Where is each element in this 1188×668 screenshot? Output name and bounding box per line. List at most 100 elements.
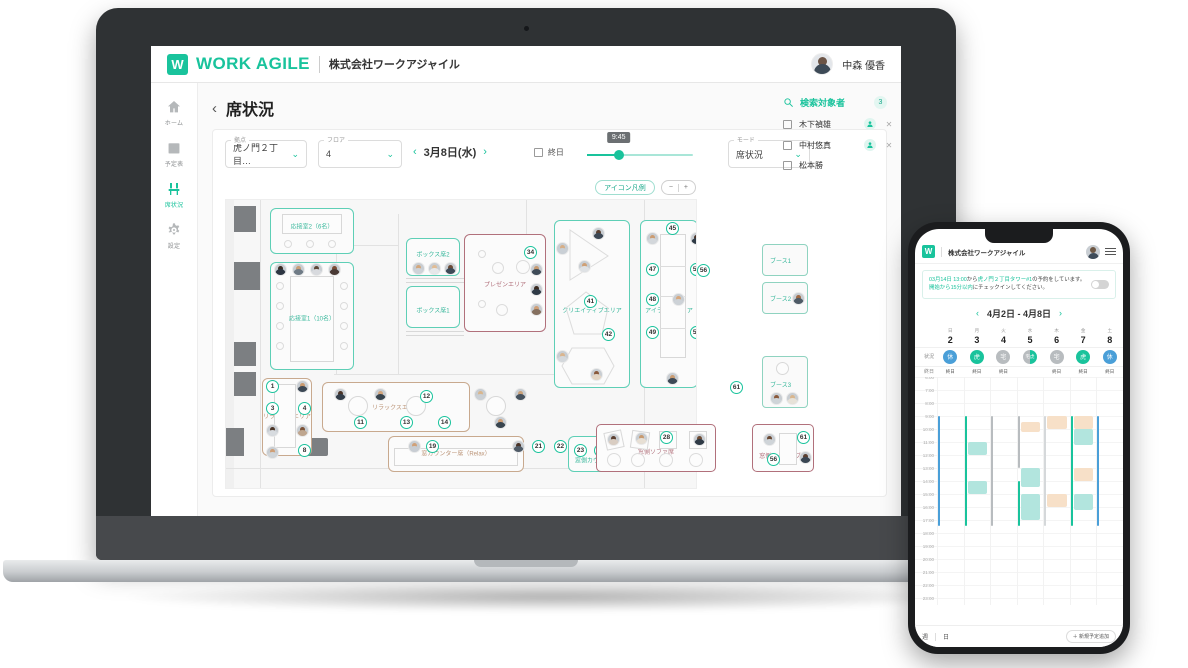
seat-3[interactable]: 3 (266, 402, 279, 415)
seat-12[interactable]: 12 (420, 390, 433, 403)
sidebar-item-home[interactable]: ホーム (151, 92, 198, 133)
search-person-row[interactable]: 中村悠真 ✕ (783, 139, 895, 151)
seat-28[interactable]: 28 (660, 431, 673, 444)
search-person-row[interactable]: 松本勝 (783, 160, 895, 171)
occupant-avatar[interactable] (530, 263, 543, 276)
occupant-avatar[interactable] (334, 388, 347, 401)
header-user-area[interactable]: 中森 優香 (811, 53, 885, 75)
occupant-avatar[interactable] (266, 446, 279, 459)
phone-status-cell[interactable]: 宅 (990, 348, 1017, 366)
remove-person-button[interactable]: ✕ (883, 118, 895, 130)
phone-day-header[interactable]: 月3 (964, 326, 991, 347)
occupant-avatar[interactable] (792, 292, 805, 305)
seat-21[interactable]: 21 (532, 440, 545, 453)
person-checkbox[interactable] (783, 119, 792, 129)
occupant-avatar[interactable] (296, 380, 309, 393)
hamburger-menu-icon[interactable] (1105, 247, 1116, 256)
occupant-avatar[interactable] (578, 260, 591, 273)
seat-49[interactable]: 49 (646, 326, 659, 339)
prev-day-button[interactable]: ‹ (413, 146, 417, 158)
seat-1[interactable]: 1 (266, 380, 279, 393)
occupant-avatar[interactable] (512, 440, 525, 453)
seat-23[interactable]: 23 (574, 444, 587, 457)
map-zone-window-high-table[interactable]: 窓側ハイテーブル 61 56 (752, 424, 814, 472)
avatar[interactable] (811, 53, 834, 75)
sidebar-item-seat-status[interactable]: 席状況 (151, 174, 198, 215)
icon-legend-button[interactable]: アイコン凡例 (595, 180, 655, 195)
occupant-avatar[interactable] (494, 416, 507, 429)
occupant-avatar[interactable] (274, 263, 287, 276)
phone-status-cell[interactable]: 宅虎 (1017, 348, 1044, 366)
phone-day-header[interactable]: 木6 (1043, 326, 1070, 347)
search-person-row[interactable]: 木下禎雄 ✕ (783, 118, 895, 130)
seat-31[interactable]: 56 (767, 453, 780, 466)
occupant-avatar[interactable] (635, 432, 648, 445)
occupant-avatar[interactable] (763, 433, 776, 446)
occupant-avatar[interactable] (412, 262, 425, 275)
phone-day-column[interactable] (937, 376, 964, 605)
site-select[interactable]: 拠点 虎ノ門２丁目… ⌄ (225, 135, 307, 168)
seat-51[interactable]: 51 (690, 263, 696, 276)
occupant-avatar[interactable] (328, 263, 341, 276)
seat-48[interactable]: 48 (646, 293, 659, 306)
person-checkbox[interactable] (783, 140, 792, 150)
phone-event-block[interactable] (1073, 467, 1094, 481)
seat-56[interactable]: 56 (697, 264, 710, 277)
occupant-avatar[interactable] (292, 263, 305, 276)
seat-14[interactable]: 14 (438, 416, 451, 429)
avatar[interactable] (1086, 244, 1100, 259)
occupant-avatar[interactable] (428, 262, 441, 275)
occupant-avatar[interactable] (474, 388, 487, 401)
phone-allday-cell[interactable]: 終日 (1096, 367, 1123, 377)
phone-status-cell[interactable]: 虎 (1070, 348, 1097, 366)
day-view-tab[interactable]: 日 (943, 632, 949, 641)
phone-status-cell[interactable]: 休 (937, 348, 964, 366)
prev-week-button[interactable]: ‹ (976, 308, 979, 318)
seat-8[interactable]: 8 (298, 444, 311, 457)
floor-select[interactable]: フロア 4 ⌄ (318, 135, 402, 168)
seat-11[interactable]: 11 (354, 416, 367, 429)
time-slider[interactable]: 9:45 (586, 132, 693, 160)
occupant-avatar[interactable] (646, 232, 659, 245)
phone-day-header[interactable]: 火4 (990, 326, 1017, 347)
phone-day-column[interactable] (1043, 376, 1070, 605)
seat-34[interactable]: 34 (524, 246, 537, 259)
occupant-avatar[interactable] (310, 263, 323, 276)
occupant-avatar[interactable] (693, 433, 706, 446)
map-zone-window-sofa[interactable]: 窓側ソファ席 28 (596, 424, 716, 472)
back-button[interactable]: ‹ (212, 101, 217, 116)
seat-45[interactable]: 45 (666, 222, 679, 235)
phone-allday-cell[interactable]: 終日 (1043, 367, 1070, 377)
seat-47[interactable]: 47 (646, 263, 659, 276)
occupant-avatar[interactable] (590, 368, 603, 381)
occupant-avatar[interactable] (770, 392, 783, 405)
zoom-out-button[interactable]: − (669, 184, 673, 191)
map-zone-box-seat-1[interactable] (406, 286, 460, 328)
phone-day-header[interactable]: 金7 (1070, 326, 1097, 347)
phone-event-block[interactable] (1073, 493, 1094, 510)
occupant-avatar[interactable] (556, 242, 569, 255)
phone-event-block[interactable] (1020, 493, 1041, 520)
sidebar-item-settings[interactable]: 設定 (151, 215, 198, 256)
zoom-in-button[interactable]: + (684, 184, 688, 191)
phone-day-column[interactable] (1069, 376, 1097, 605)
phone-allday-cell[interactable]: 終日 (937, 367, 964, 377)
occupant-avatar[interactable] (786, 392, 799, 405)
phone-schedule-grid[interactable]: 6:00 7:00 8:00 9:00 10:00 11:00 12:00 13:00 14:0… (915, 376, 1123, 605)
phone-day-column[interactable] (1016, 376, 1044, 605)
phone-status-cell[interactable]: 休 (1096, 348, 1123, 366)
occupant-avatar[interactable] (514, 388, 527, 401)
phone-event-block[interactable] (1073, 415, 1094, 429)
phone-day-column[interactable] (990, 376, 1017, 605)
seat-42[interactable]: 42 (602, 328, 615, 341)
week-view-tab[interactable]: 週 (922, 632, 928, 641)
remove-person-button[interactable]: ✕ (883, 139, 895, 151)
seat-22[interactable]: 22 (554, 440, 567, 453)
next-week-button[interactable]: › (1059, 308, 1062, 318)
occupant-avatar[interactable] (666, 372, 679, 385)
occupant-avatar[interactable] (296, 424, 309, 437)
phone-allday-cell[interactable]: 終日 (1070, 367, 1097, 377)
next-day-button[interactable]: › (483, 146, 487, 158)
time-slider-handle[interactable] (613, 150, 624, 160)
checkin-toggle[interactable] (1091, 279, 1109, 289)
